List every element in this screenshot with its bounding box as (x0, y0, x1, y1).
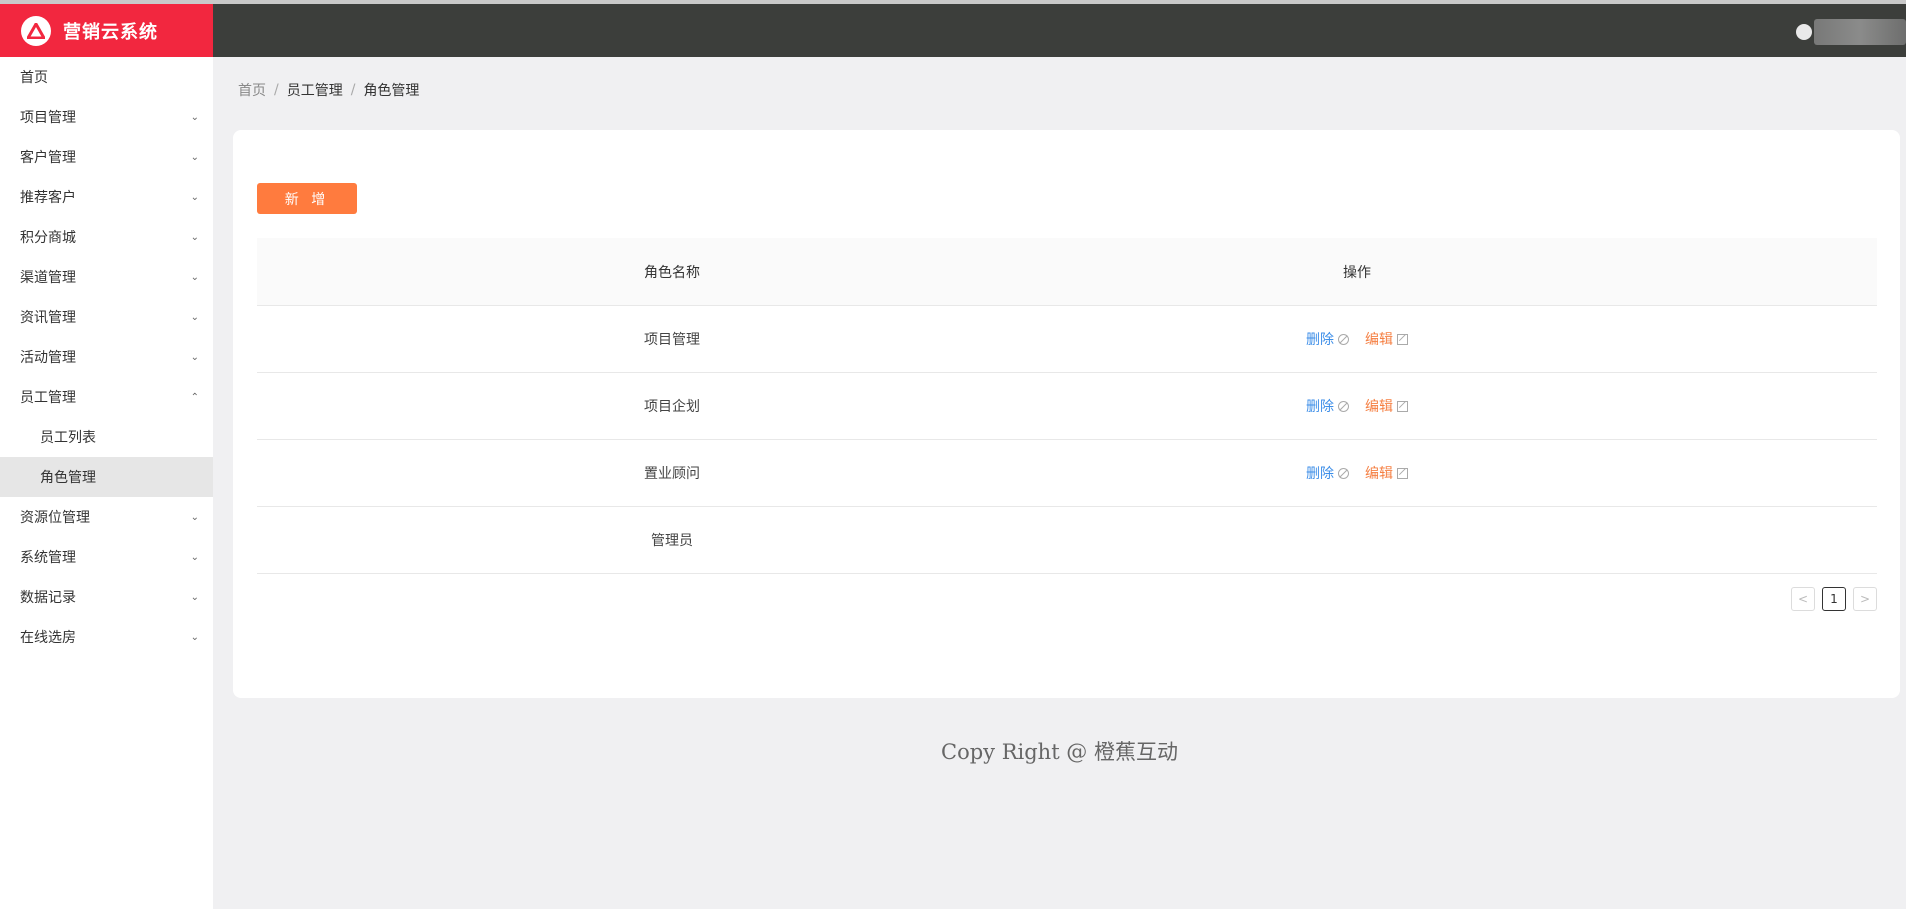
sidebar-item-home[interactable]: 首页 (0, 57, 213, 97)
sidebar-item-system[interactable]: 系统管理 ⌄ (0, 537, 213, 577)
column-header-operation: 操作 (1343, 264, 1371, 281)
chevron-down-icon: ⌄ (190, 591, 199, 603)
chevron-down-icon: ⌄ (190, 551, 199, 563)
role-name-cell: 项目企划 (644, 399, 700, 415)
main-card: 新 增 角色名称 操作 项目管理 删除 编辑 项目企划 删除 编辑 置业顾问 删… (233, 130, 1900, 698)
chevron-down-icon: ⌄ (190, 111, 199, 123)
sidebar-item-label: 员工管理 (20, 390, 76, 406)
edit-icon (1397, 400, 1408, 412)
sidebar-item-label: 推荐客户 (20, 190, 76, 206)
sidebar-item-news[interactable]: 资讯管理 ⌄ (0, 297, 213, 337)
table-row: 置业顾问 删除 编辑 (257, 440, 1877, 507)
sidebar-item-data-records[interactable]: 数据记录 ⌄ (0, 577, 213, 617)
edit-link[interactable]: 编辑 (1365, 396, 1408, 416)
sidebar-item-label: 客户管理 (20, 150, 76, 166)
operation-cell: 删除 编辑 (887, 396, 1877, 416)
delete-label: 删除 (1306, 332, 1334, 348)
sidebar-subitem-staff-list[interactable]: 员工列表 (0, 417, 213, 457)
edit-label: 编辑 (1365, 399, 1393, 415)
table-row: 项目企划 删除 编辑 (257, 373, 1877, 440)
brand-header[interactable]: 营销云系统 (0, 4, 213, 57)
sidebar-item-staff[interactable]: 员工管理 ⌃ (0, 377, 213, 417)
edit-link[interactable]: 编辑 (1365, 463, 1408, 483)
sidebar-item-activities[interactable]: 活动管理 ⌄ (0, 337, 213, 377)
pagination-page-current[interactable]: 1 (1822, 587, 1846, 611)
sidebar-item-projects[interactable]: 项目管理 ⌄ (0, 97, 213, 137)
top-bar (213, 4, 1906, 57)
delete-label: 删除 (1306, 399, 1334, 415)
sidebar-item-resource-slots[interactable]: 资源位管理 ⌄ (0, 497, 213, 537)
chevron-down-icon: ⌄ (190, 151, 199, 163)
breadcrumb-current: 角色管理 (363, 83, 420, 99)
edit-link[interactable]: 编辑 (1365, 329, 1408, 349)
chevron-down-icon: ⌄ (190, 631, 199, 643)
sidebar-item-label: 资讯管理 (20, 310, 76, 326)
operation-cell: 删除 编辑 (887, 329, 1877, 349)
delete-label: 删除 (1306, 466, 1334, 482)
chevron-down-icon: ⌄ (190, 271, 199, 283)
chevron-down-icon: ⌄ (190, 191, 199, 203)
pagination: < 1 > (1791, 587, 1877, 611)
table-row: 项目管理 删除 编辑 (257, 306, 1877, 373)
table-header: 角色名称 操作 (257, 238, 1877, 306)
footer-copyright: Copy Right @ 橙蕉互动 (941, 740, 1178, 764)
chevron-down-icon: ⌄ (190, 511, 199, 523)
sidebar-item-label: 数据记录 (20, 590, 76, 606)
role-name-cell: 项目管理 (644, 332, 700, 348)
sidebar-item-label: 渠道管理 (20, 270, 76, 286)
sidebar: 首页 项目管理 ⌄ 客户管理 ⌄ 推荐客户 ⌄ 积分商城 ⌄ 渠道管理 ⌄ 资讯管理 ⌄ 活… (0, 57, 213, 909)
pagination-prev-button[interactable]: < (1791, 587, 1815, 611)
avatar[interactable] (1796, 24, 1812, 40)
ban-icon (1338, 400, 1349, 412)
edit-label: 编辑 (1365, 466, 1393, 482)
ban-icon (1338, 333, 1349, 345)
breadcrumb-home[interactable]: 首页 (238, 80, 266, 100)
sidebar-item-points-mall[interactable]: 积分商城 ⌄ (0, 217, 213, 257)
role-name-cell: 置业顾问 (644, 466, 700, 482)
chevron-down-icon: ⌄ (190, 351, 199, 363)
delete-link[interactable]: 删除 (1306, 396, 1349, 416)
chevron-down-icon: ⌄ (190, 231, 199, 243)
breadcrumb-separator: / (274, 82, 279, 98)
sidebar-subitem-role-management[interactable]: 角色管理 (0, 457, 213, 497)
sidebar-item-label: 在线选房 (20, 630, 76, 646)
sidebar-item-label: 系统管理 (20, 550, 76, 566)
sidebar-subitem-label: 员工列表 (40, 430, 96, 446)
sidebar-item-referrals[interactable]: 推荐客户 ⌄ (0, 177, 213, 217)
edit-icon (1397, 467, 1408, 479)
sidebar-subitem-label: 角色管理 (40, 470, 96, 486)
chevron-up-icon: ⌃ (190, 391, 199, 403)
sidebar-item-label: 积分商城 (20, 230, 76, 246)
breadcrumb: 首页 / 员工管理 / 角色管理 (238, 80, 419, 100)
sidebar-item-label: 首页 (20, 70, 48, 86)
logo-icon (21, 15, 51, 46)
delete-link[interactable]: 删除 (1306, 463, 1349, 483)
column-header-role-name: 角色名称 (644, 264, 700, 281)
brand-name: 营销云系统 (63, 21, 158, 43)
sidebar-item-label: 项目管理 (20, 110, 76, 126)
pagination-next-button[interactable]: > (1853, 587, 1877, 611)
role-name-cell: 管理员 (651, 533, 693, 549)
breadcrumb-separator: / (350, 82, 356, 98)
chevron-down-icon: ⌄ (190, 311, 199, 323)
roles-table: 角色名称 操作 项目管理 删除 编辑 项目企划 删除 编辑 置业顾问 删除 编辑 (257, 238, 1877, 574)
sidebar-item-channels[interactable]: 渠道管理 ⌄ (0, 257, 213, 297)
add-button[interactable]: 新 增 (257, 183, 357, 214)
edit-icon (1397, 333, 1408, 345)
sidebar-item-online-housing[interactable]: 在线选房 ⌄ (0, 617, 213, 657)
breadcrumb-staff[interactable]: 员工管理 (287, 80, 343, 100)
ban-icon (1338, 467, 1349, 479)
table-row: 管理员 (257, 507, 1877, 574)
user-menu[interactable] (1796, 16, 1906, 48)
username-redacted (1814, 19, 1906, 45)
sidebar-item-label: 活动管理 (20, 350, 76, 366)
edit-label: 编辑 (1365, 332, 1393, 348)
sidebar-item-customers[interactable]: 客户管理 ⌄ (0, 137, 213, 177)
sidebar-item-label: 资源位管理 (20, 510, 90, 526)
operation-cell: 删除 编辑 (887, 463, 1877, 483)
delete-link[interactable]: 删除 (1306, 329, 1349, 349)
